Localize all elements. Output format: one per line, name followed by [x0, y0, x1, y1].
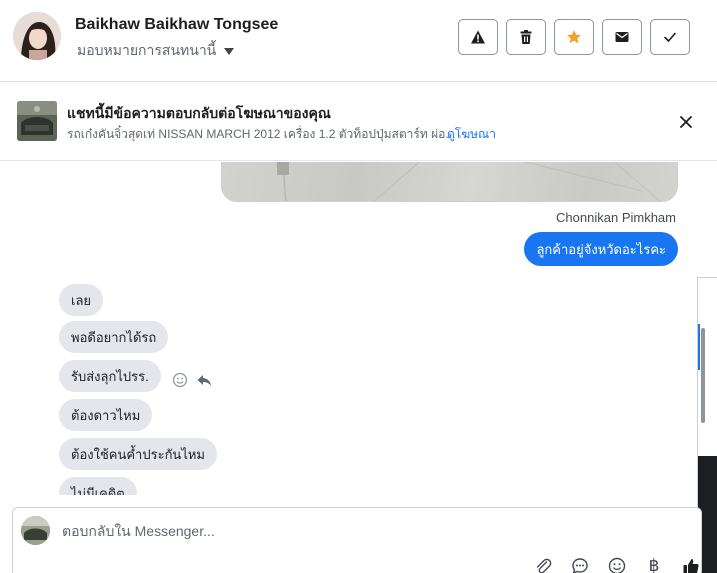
incoming-message[interactable]: เลย — [59, 284, 104, 316]
delete-button[interactable] — [506, 19, 546, 55]
assign-conversation-dropdown[interactable]: มอบหมายการสนทนานี้ — [77, 40, 235, 62]
view-ad-link[interactable]: ดูโฆษณา — [447, 125, 496, 144]
conversation-header: Baikhaw Baikhaw Tongsee มอบหมายการสนทนาน… — [0, 0, 717, 82]
assign-label: มอบหมายการสนทนานี้ — [77, 42, 217, 58]
message-thread[interactable]: Chonnikan Pimkham ลูกค้าอยู่จังหวัดอะไรค… — [0, 162, 697, 495]
contact-avatar[interactable] — [13, 12, 61, 60]
smiley-icon — [172, 372, 188, 388]
inbox-conversation: Baikhaw Baikhaw Tongsee มอบหมายการสนทนาน… — [0, 0, 717, 573]
incoming-message[interactable]: ไม่มีเคดิต — [59, 477, 137, 495]
attach-button[interactable] — [533, 556, 553, 573]
reply-icon — [197, 375, 211, 386]
mail-icon — [615, 32, 629, 42]
message-hover-actions — [172, 372, 212, 393]
like-icon — [683, 559, 699, 573]
attachment-icon — [536, 558, 552, 573]
incoming-message[interactable]: ต้องใช้คนค้ำประกันไหม — [59, 438, 217, 470]
check-icon — [664, 32, 676, 42]
warning-icon — [471, 30, 485, 44]
caret-down-icon — [224, 47, 235, 55]
outgoing-message[interactable]: ลูกค้าอยู่จังหวัดอะไรคะ — [524, 232, 678, 266]
close-icon — [680, 116, 692, 128]
close-banner-button[interactable] — [678, 114, 694, 130]
reply-input[interactable] — [62, 520, 522, 542]
reply-button[interactable] — [196, 372, 212, 393]
ad-description: รถเก๋งคันจิ๋วสุดเท่ NISSAN MARCH 2012 เค… — [67, 127, 456, 141]
photo-attachment[interactable] — [221, 162, 678, 202]
trash-icon — [520, 30, 532, 44]
panel-accent — [698, 324, 700, 370]
baht-icon: ฿ — [648, 555, 660, 573]
mark-done-button[interactable] — [650, 19, 690, 55]
incoming-message[interactable]: รับส่งลุกไปรร. — [59, 360, 161, 392]
outgoing-sender-name: Chonnikan Pimkham — [556, 210, 676, 225]
saved-replies-button[interactable] — [570, 556, 590, 573]
panel-scrollbar[interactable] — [701, 328, 705, 423]
saved-reply-icon — [572, 558, 588, 573]
like-button[interactable] — [681, 556, 701, 573]
incoming-message[interactable]: พอดีอยากได้รถ — [59, 321, 169, 353]
incoming-message[interactable]: ต้องดาวไหม — [59, 399, 153, 431]
payment-button[interactable]: ฿ — [644, 556, 664, 573]
composer-tools: ฿ — [533, 556, 701, 573]
header-actions — [458, 19, 690, 55]
ad-thumbnail[interactable] — [17, 101, 57, 141]
page-avatar — [21, 516, 50, 545]
react-button[interactable] — [172, 372, 188, 393]
mark-unread-button[interactable] — [602, 19, 642, 55]
report-button[interactable] — [458, 19, 498, 55]
ad-banner-title: แชทนี้มีข้อความตอบกลับต่อโฆษณาของคุณ — [67, 105, 331, 121]
emoji-button[interactable] — [607, 556, 627, 573]
contact-name[interactable]: Baikhaw Baikhaw Tongsee — [75, 16, 278, 34]
star-icon — [567, 30, 581, 44]
emoji-icon — [608, 557, 626, 573]
star-button[interactable] — [554, 19, 594, 55]
